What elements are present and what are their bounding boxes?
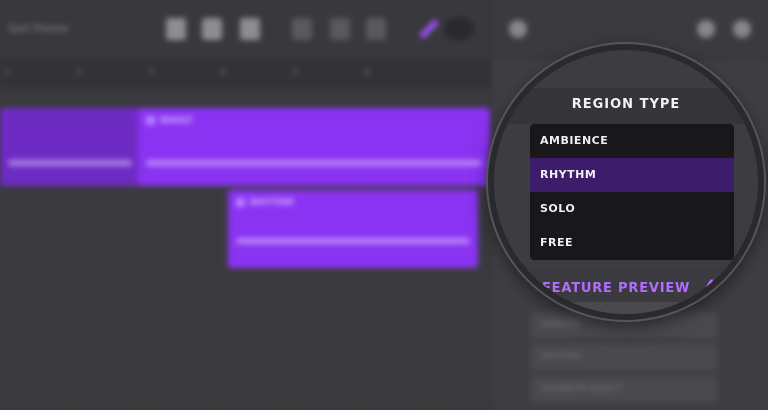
toolbar: Sort Frome [0,0,490,59]
timeline-ruler[interactable]: 1 2 3 4 5 6 [0,58,490,89]
region-color-icon [146,116,155,125]
ruler-tick: 1 [4,68,10,78]
region-type-option-solo[interactable]: SOLO [530,192,734,226]
ruler-tick: 2 [76,68,82,78]
pointer-icon[interactable] [166,18,186,40]
side-list-item[interactable]: RHYTHM [531,344,717,370]
side-list-label: AMBIENT [541,320,582,330]
option-label: AMBIENCE [540,134,609,147]
play-icon[interactable] [330,18,350,40]
ruler-tick: 5 [292,68,298,78]
region-label: RHYTHM [250,198,294,208]
ruler-tick: 3 [148,68,154,78]
chevron-icon: ❮ [704,278,716,294]
option-label: FREE [540,236,574,249]
user-icon[interactable] [697,20,715,38]
scissors-icon[interactable] [202,18,222,40]
back-icon[interactable] [509,20,527,38]
loop-icon[interactable] [366,18,386,40]
region-type-title: REGION TYPE [571,97,681,112]
region-label: RHOLT [160,116,193,126]
option-label: RHYTHM [540,168,597,181]
region-type-option-ambience[interactable]: AMBIENCE [530,124,734,158]
side-list-item[interactable]: SOUNDTR SELECT [531,376,717,402]
region-clip[interactable]: RHOLT [138,108,490,186]
snap-toggle[interactable] [444,18,474,40]
feature-preview-label: FEATURE PREVIEW [542,281,691,296]
undo-icon[interactable] [292,18,312,40]
waveform [236,238,470,244]
waveform [146,160,482,166]
region-color-icon [236,198,245,207]
ruler-tick: 6 [364,68,370,78]
region-type-menu: AMBIENCE RHYTHM SOLO FREE [530,124,734,260]
track-area[interactable]: RHOLT RHYTHM [0,88,490,410]
settings-icon[interactable] [733,20,751,38]
region-clip[interactable]: RHYTHM [228,190,478,268]
pencil-icon[interactable] [419,19,439,39]
side-list-label: SOUNDTR SELECT [541,384,623,394]
region-type-option-free[interactable]: FREE [530,226,734,260]
region-clip[interactable] [0,108,140,186]
magnifier-lens: REGION TYPE AMBIENCE RHYTHM SOLO FREE FE… [488,44,764,320]
region-type-option-rhythm[interactable]: RHYTHM [530,158,734,192]
project-name: Sort Frome [8,22,69,35]
trash-icon[interactable] [240,18,260,40]
waveform [8,160,132,166]
ruler-tick: 4 [220,68,226,78]
option-label: SOLO [540,202,576,215]
side-list-label: RHYTHM [541,352,580,362]
